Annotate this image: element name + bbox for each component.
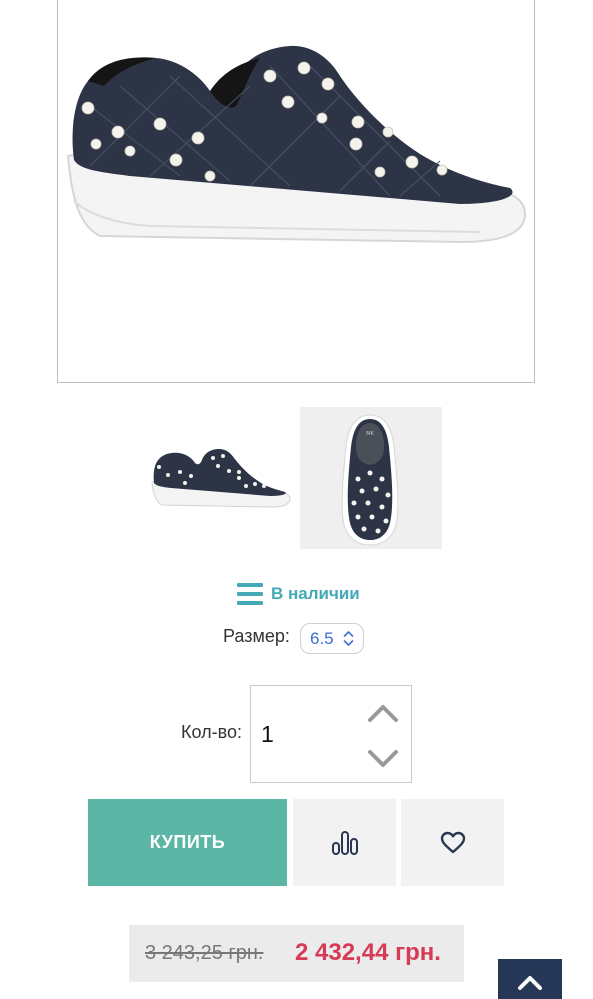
wishlist-button[interactable]	[401, 799, 504, 886]
heart-icon	[440, 831, 465, 853]
current-price: 2 432,44 грн.	[295, 939, 441, 966]
product-thumbnail-top[interactable]: MK	[300, 407, 442, 549]
chevron-updown-icon	[343, 631, 354, 646]
chevron-up-icon[interactable]	[367, 702, 399, 724]
size-select-value: 6.5	[310, 628, 334, 648]
bar-chart-icon	[331, 830, 358, 855]
size-select[interactable]: 6.5	[300, 623, 364, 654]
stock-status: В наличии	[237, 581, 360, 607]
price-block: 3 243,25 грн. 2 432,44 грн.	[129, 925, 464, 982]
product-thumbnail-side[interactable]	[150, 446, 292, 512]
quantity-input[interactable]: 1	[261, 721, 274, 748]
list-icon	[237, 583, 263, 605]
main-product-image-frame[interactable]	[57, 0, 535, 383]
svg-text:MK: MK	[366, 431, 374, 437]
stock-status-text: В наличии	[271, 584, 360, 603]
buy-button[interactable]: КУПИТЬ	[88, 799, 287, 886]
main-product-image	[60, 36, 532, 261]
quantity-label: Кол-во:	[181, 722, 242, 742]
old-price: 3 243,25 грн.	[145, 942, 264, 964]
thumbnail-side-image	[150, 446, 292, 512]
size-label: Размер:	[223, 626, 290, 646]
compare-button[interactable]	[293, 799, 396, 886]
chevron-up-icon	[518, 976, 542, 990]
quantity-stepper[interactable]: 1	[250, 685, 412, 783]
scroll-to-top-button[interactable]	[498, 959, 562, 999]
chevron-down-icon[interactable]	[367, 748, 399, 770]
thumbnail-top-image: MK	[300, 407, 442, 549]
